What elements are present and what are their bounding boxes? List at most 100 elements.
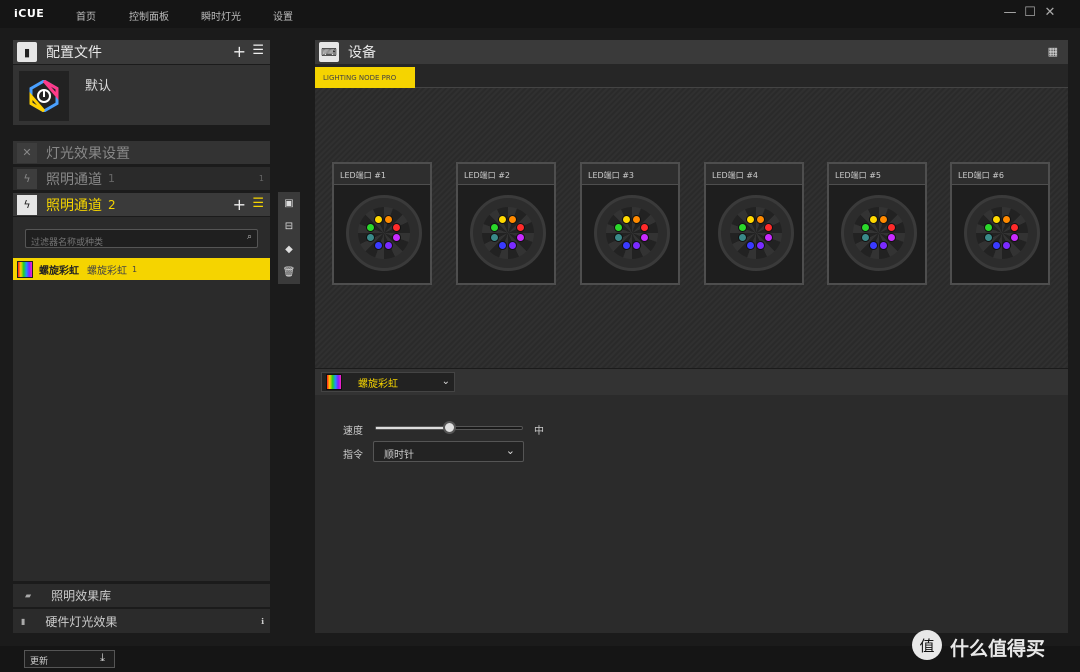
fan-icon [346,195,422,271]
lighting-channel-2[interactable]: ϟ 照明通道 2 + ☰ [13,192,270,216]
led-indicator [373,240,383,250]
fan-icon [594,195,670,271]
effect-name: 螺旋彩虹 [39,265,79,277]
info-icon[interactable]: ℹ [261,617,264,626]
profile-item-default[interactable]: 默认 [13,65,270,125]
nav-instant-lighting[interactable]: 瞬时灯光 [201,8,241,23]
devices-header: ⌨ 设备 ▦ [315,40,1068,64]
led-port-5[interactable]: LED端口 #5 [827,162,927,285]
led-port-6[interactable]: LED端口 #6 [950,162,1050,285]
download-icon: ⤓ [100,651,105,664]
effect-count: 1 [132,264,138,274]
profile-file-icon: ▮ [17,42,37,62]
speed-slider-knob[interactable] [443,421,456,434]
led-indicator [490,222,500,232]
led-indicator [621,215,631,225]
led-indicator [1009,222,1019,232]
nav-dashboard[interactable]: 控制面板 [129,8,169,23]
tools-icon: ✕ [17,142,37,163]
devices-title: 设备 [348,45,376,61]
led-port-3[interactable]: LED端口 #3 [580,162,680,285]
led-indicator [745,240,755,250]
brand-watermark: 什么值得买 [950,638,1046,660]
profiles-header: ▮ 配置文件 + ☰ [13,40,270,64]
device-view: LED端口 #1 LED端口 #2 LED端口 #3 LED端口 #4 LED端… [315,88,1068,368]
led-indicator [745,215,755,225]
port-title: LED端口 #2 [458,164,554,185]
trash-icon[interactable]: 🗑 [278,261,300,284]
led-indicator [984,222,994,232]
effect-item-spiral-rainbow[interactable]: 螺旋彩虹 螺旋彩虹 1 [13,258,270,280]
library-label: 照明效果库 [51,589,112,603]
side-toolbar: ▣ ⊟ ◆ 🗑 [278,192,300,284]
direction-label: 指令 [343,450,363,461]
effect-dropdown-value: 螺旋彩虹 [358,378,398,390]
device-tab-lighting-node-pro[interactable]: LIGHTING NODE PRO [315,67,415,88]
channel-menu-button[interactable]: ☰ [252,196,264,211]
minimize-button[interactable]: — [1002,5,1018,21]
hardware-lighting[interactable]: ▮ 硬件灯光效果 ℹ [13,608,270,633]
led-indicator [621,240,631,250]
add-effect-button[interactable]: + [233,195,246,214]
rainbow-swatch-icon [326,374,342,390]
library-icon: ▰ [25,591,32,600]
speed-label: 速度 [343,426,363,437]
channel-2-number: 2 [108,197,116,212]
update-label: 更新 [30,657,49,667]
lighting-settings-header[interactable]: ✕ 灯光效果设置 [13,140,270,164]
paste-icon[interactable]: ⊟ [278,215,300,238]
fan-icon [841,195,917,271]
device-tab-bar: LIGHTING NODE PRO [315,64,1068,88]
close-button[interactable]: ✕ [1042,5,1058,21]
led-port-4[interactable]: LED端口 #4 [704,162,804,285]
update-button[interactable]: 更新 ⤓ [24,650,115,668]
nav-home[interactable]: 首页 [76,8,96,23]
port-title: LED端口 #5 [829,164,925,185]
lighting-library[interactable]: ▰ 照明效果库 [13,583,270,607]
led-port-1[interactable]: LED端口 #1 [332,162,432,285]
lightning-icon: ϟ [17,168,37,189]
chevron-down-icon: ⌄ [505,444,515,457]
led-indicator [763,222,773,232]
lighting-channel-1[interactable]: ϟ 照明通道 1 1 [13,166,270,190]
reorder-icon[interactable]: ◆ [278,238,300,261]
port-title: LED端口 #6 [952,164,1048,185]
channel-1-count: 1 [258,174,264,183]
effects-list-area: ⌕ 螺旋彩虹 螺旋彩虹 1 [13,217,270,581]
led-indicator [614,222,624,232]
nav-settings[interactable]: 设置 [273,8,293,23]
hardware-label: 硬件灯光效果 [45,614,118,629]
led-port-2[interactable]: LED端口 #2 [456,162,556,285]
led-indicator [886,222,896,232]
copy-icon[interactable]: ▣ [278,192,300,215]
effect-dropdown[interactable]: 螺旋彩虹 ⌄ [321,372,455,392]
filter-input-wrap[interactable]: ⌕ [25,229,258,252]
grid-view-icon[interactable]: ▦ [1048,45,1058,58]
led-indicator [868,215,878,225]
led-indicator [991,215,1001,225]
footer: 更新 ⤓ 值 什么值得买 [0,630,1080,672]
channel-2-label: 照明通道 [46,197,102,214]
effect-sub: 螺旋彩虹 [87,265,127,277]
channel-1-label: 照明通道 [46,171,102,188]
fan-icon [470,195,546,271]
led-indicator [868,240,878,250]
add-profile-button[interactable]: + [233,42,246,61]
led-indicator [366,222,376,232]
speed-slider[interactable] [375,421,523,434]
speed-value: 中 [534,426,544,437]
filter-input[interactable] [26,234,236,252]
lightning-icon: ϟ [17,194,37,215]
fan-icon [718,195,794,271]
maximize-button[interactable]: ☐ [1022,5,1038,21]
direction-dropdown[interactable]: 顺时针 ⌄ [373,441,524,462]
profile-menu-button[interactable]: ☰ [252,43,264,58]
led-indicator [639,222,649,232]
profile-name: 默认 [85,79,112,94]
chevron-down-icon: ⌄ [441,376,450,387]
led-indicator [497,215,507,225]
channel-1-number: 1 [108,172,115,185]
led-indicator [497,240,507,250]
rainbow-swatch-icon [17,260,33,278]
lighting-settings-title: 灯光效果设置 [46,145,130,162]
